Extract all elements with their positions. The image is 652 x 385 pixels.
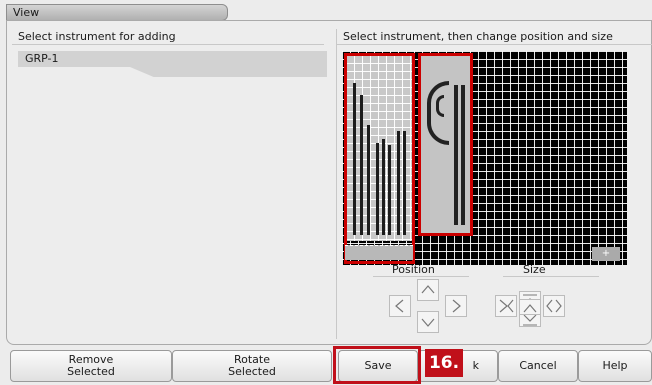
selection-box-ear	[418, 53, 473, 236]
position-divider	[373, 276, 469, 277]
save-highlight-box	[333, 346, 421, 384]
move-right-button[interactable]	[445, 295, 467, 317]
position-label: Position	[392, 263, 435, 276]
remove-label-2: Selected	[67, 365, 115, 378]
instrument-strip	[345, 245, 413, 260]
move-down-button[interactable]	[417, 311, 439, 333]
left-panel-header-text: Select instrument for adding	[18, 30, 176, 43]
selection-box-bars	[344, 53, 415, 264]
right-panel-header: Select instrument, then change position …	[337, 29, 652, 45]
help-button[interactable]: Help	[578, 350, 652, 382]
rotate-label-2: Selected	[228, 365, 276, 378]
window-title: View	[13, 6, 40, 19]
shrink-horizontal-button[interactable]	[495, 295, 517, 317]
move-left-button[interactable]	[389, 295, 411, 317]
view-title-tab: View	[6, 4, 228, 21]
step-badge: 16.	[425, 349, 463, 377]
left-panel-header: Select instrument for adding	[12, 29, 324, 45]
grid-handle[interactable]: +	[592, 247, 620, 261]
size-label: Size	[523, 263, 546, 276]
move-up-button[interactable]	[417, 279, 439, 301]
layout-panel: Select instrument, then change position …	[336, 29, 652, 339]
list-item-grp-1[interactable]: GRP-1	[18, 51, 327, 67]
bottom-button-bar: Remove Selected Rotate Selected Save k Can…	[6, 347, 652, 385]
rotate-selected-button[interactable]: Rotate Selected	[172, 350, 332, 382]
grow-horizontal-button[interactable]	[543, 295, 565, 317]
grow-horizontal-up-button[interactable]	[519, 299, 541, 315]
right-panel-header-text: Select instrument, then change position …	[343, 30, 613, 43]
cancel-button[interactable]: Cancel	[498, 350, 578, 382]
remove-selected-button[interactable]: Remove Selected	[10, 350, 172, 382]
size-divider	[503, 276, 599, 277]
instrument-list-panel: Select instrument for adding GRP-1	[12, 29, 332, 339]
list-item-grp-1-tail	[130, 67, 327, 77]
